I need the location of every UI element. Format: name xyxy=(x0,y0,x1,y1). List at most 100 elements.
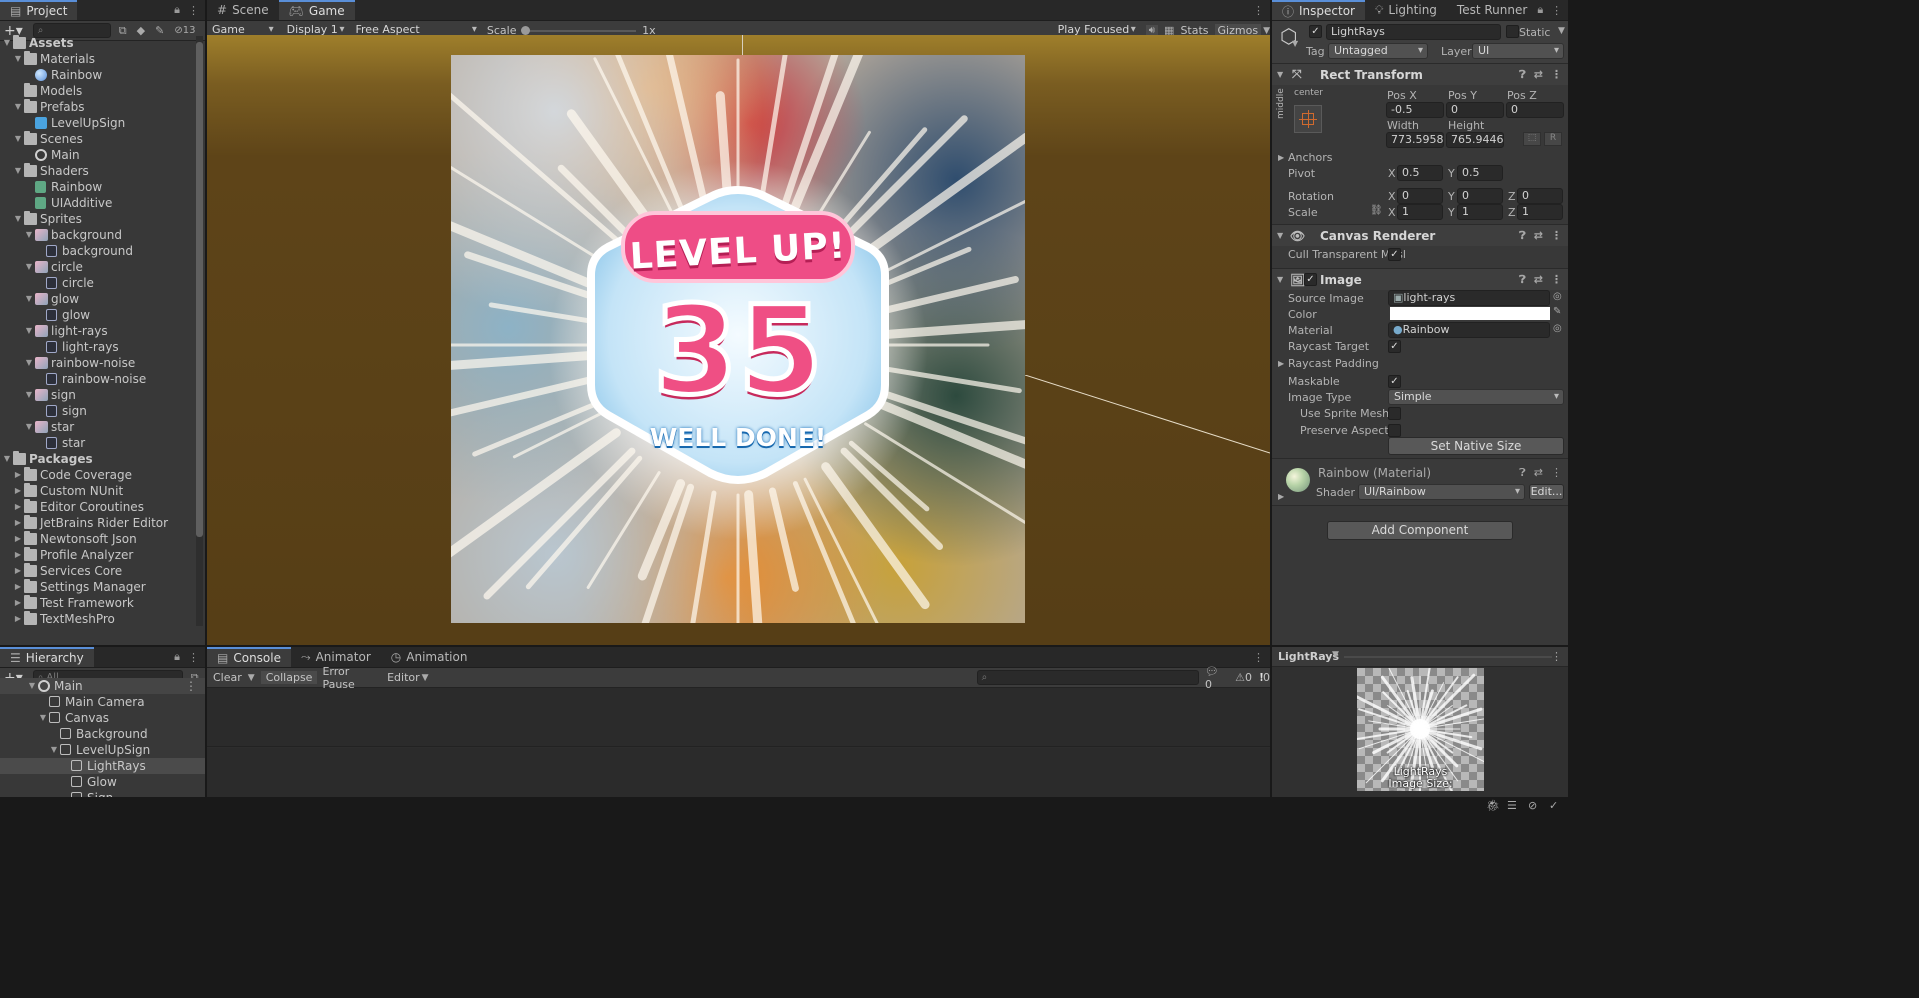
expand-arrow-icon[interactable]: ▼ xyxy=(13,131,23,147)
posx-field[interactable]: -0.5 xyxy=(1386,102,1444,118)
project-tree-item[interactable]: background xyxy=(0,243,205,259)
gizmos-dropdown-icon[interactable]: ▼ xyxy=(1263,26,1270,36)
bug-icon[interactable]: 🐞︎ xyxy=(1486,799,1500,812)
image-header[interactable]: ▼ 🖼︎ ✓ Image ❓︎ ⇄ ⋮ xyxy=(1272,268,1568,290)
raycast-padding-label[interactable]: Raycast Padding xyxy=(1288,357,1379,370)
cull-transparent-mesh-checkbox[interactable]: ✓ xyxy=(1388,248,1401,261)
presets-icon[interactable]: ⇄ xyxy=(1534,68,1543,82)
project-tree-item[interactable]: ▼ rainbow-noise xyxy=(0,355,205,371)
expand-arrow-icon[interactable]: ▼ xyxy=(13,211,23,227)
expand-arrow-icon[interactable]: ▼ xyxy=(27,678,37,694)
project-tree-item[interactable]: ▼ Sprites xyxy=(0,211,205,227)
collapse-arrow-icon[interactable]: ▶ xyxy=(13,483,23,499)
eyedropper-icon[interactable]: ✎ xyxy=(1553,306,1561,317)
source-image-field[interactable]: ▣light-rays xyxy=(1388,290,1550,306)
project-tree-item[interactable]: ▼ star xyxy=(0,419,205,435)
project-tree-item[interactable]: ▶ TextMeshPro xyxy=(0,611,205,627)
pivot-y-field[interactable]: 0.5 xyxy=(1457,165,1503,181)
presets-icon[interactable]: ⇄ xyxy=(1534,466,1543,480)
canvas-renderer-header[interactable]: ▼ 👁︎ Canvas Renderer ❓︎ ⇄ ⋮ xyxy=(1272,224,1568,246)
project-tree-item[interactable]: ▼ background xyxy=(0,227,205,243)
console-search-input[interactable]: ⌕ xyxy=(976,670,1200,685)
image-type-dropdown[interactable]: Simple xyxy=(1388,389,1564,405)
project-tree-item[interactable]: ▶ Profile Analyzer xyxy=(0,547,205,563)
width-field[interactable]: 773.5958 xyxy=(1386,132,1444,148)
project-tree-item[interactable]: ▼ Assets xyxy=(0,35,205,51)
hierarchy-item[interactable]: Glow xyxy=(0,774,205,790)
tab-test-runner[interactable]: Test Runner xyxy=(1447,0,1537,20)
editor-dropdown-icon[interactable]: ▼ xyxy=(422,673,429,683)
kebab-menu-icon[interactable]: ⋮ xyxy=(185,678,197,694)
check-icon[interactable]: ✓ xyxy=(1549,799,1558,812)
scale-slider-handle[interactable] xyxy=(520,25,530,35)
expand-arrow-icon[interactable]: ▼ xyxy=(38,710,48,726)
object-picker-icon[interactable]: ◎ xyxy=(1553,291,1562,302)
expand-arrow-icon[interactable]: ▼ xyxy=(24,419,34,435)
help-icon[interactable]: ❓︎ xyxy=(1519,68,1526,82)
hierarchy-item[interactable]: ▼ LevelUpSign xyxy=(0,742,205,758)
expand-arrow-icon[interactable]: ▼ xyxy=(13,163,23,179)
kebab-menu-icon[interactable]: ⋮ xyxy=(1253,4,1264,17)
collapse-arrow-icon[interactable]: ▶ xyxy=(13,547,23,563)
material-foldout-icon[interactable]: ▶ xyxy=(1278,492,1284,501)
project-tree-item[interactable]: glow xyxy=(0,307,205,323)
preview-drag-bar[interactable] xyxy=(1344,656,1552,658)
stack-icon[interactable]: ☰ xyxy=(1507,799,1517,812)
kebab-menu-icon[interactable]: ⋮ xyxy=(1551,650,1562,663)
tab-console[interactable]: ▤ Console xyxy=(207,647,291,667)
collapse-arrow-icon[interactable]: ▶ xyxy=(13,467,23,483)
hierarchy-item[interactable]: Main Camera xyxy=(0,694,205,710)
maskable-checkbox[interactable]: ✓ xyxy=(1388,375,1401,388)
kebab-menu-icon[interactable]: ⋮ xyxy=(188,651,199,664)
project-tree-item[interactable]: star xyxy=(0,435,205,451)
project-tree-item[interactable]: Rainbow xyxy=(0,67,205,83)
project-tree-item[interactable]: ▶ Custom NUnit xyxy=(0,483,205,499)
expand-arrow-icon[interactable]: ▼ xyxy=(24,323,34,339)
posz-field[interactable]: 0 xyxy=(1506,102,1564,118)
blueprint-mode-button[interactable]: ⬚ xyxy=(1523,132,1541,146)
preserve-aspect-checkbox[interactable] xyxy=(1388,424,1401,437)
expand-arrow-icon[interactable]: ▼ xyxy=(13,99,23,115)
console-log-area[interactable] xyxy=(207,688,1270,747)
image-enabled-checkbox[interactable]: ✓ xyxy=(1304,273,1317,286)
kebab-menu-icon[interactable]: ⋮ xyxy=(1551,229,1562,243)
project-tree-item[interactable]: ▼ Materials xyxy=(0,51,205,67)
project-tree-item[interactable]: Models xyxy=(0,83,205,99)
project-tree-item[interactable]: UIAdditive xyxy=(0,195,205,211)
presets-icon[interactable]: ⇄ xyxy=(1534,229,1543,243)
object-picker-icon[interactable]: ◎ xyxy=(1553,323,1562,334)
hierarchy-item[interactable]: ▼ Main ⋮ xyxy=(0,678,205,694)
add-component-button[interactable]: Add Component xyxy=(1327,521,1513,540)
tab-scene[interactable]: # Scene xyxy=(207,0,279,20)
warning-count-toggle[interactable]: ⚠0 xyxy=(1235,671,1252,684)
error-pause-button[interactable]: Error Pause xyxy=(317,665,384,691)
clear-button[interactable]: Clear xyxy=(207,671,248,684)
help-icon[interactable]: ❓︎ xyxy=(1519,273,1526,287)
scale-x-field[interactable]: 1 xyxy=(1397,204,1443,220)
hierarchy-item[interactable]: Background xyxy=(0,726,205,742)
project-tree-item[interactable]: Rainbow xyxy=(0,179,205,195)
gameobject-active-checkbox[interactable]: ✓ xyxy=(1309,25,1322,38)
network-icon[interactable]: ⊘ xyxy=(1528,799,1537,812)
project-tree-item[interactable]: ▶ Newtonsoft Json xyxy=(0,531,205,547)
expand-arrow-icon[interactable]: ▼ xyxy=(2,35,12,51)
kebab-menu-icon[interactable]: ⋮ xyxy=(1551,273,1562,287)
expand-arrow-icon[interactable]: ▼ xyxy=(13,51,23,67)
collapse-button[interactable]: Collapse xyxy=(260,671,318,684)
error-count-toggle[interactable]: ❗︎0 xyxy=(1260,671,1270,685)
project-scrollbar[interactable] xyxy=(196,36,203,626)
lock-icon[interactable]: 🔒︎ xyxy=(1537,3,1543,17)
project-tree-item[interactable]: ▼ Scenes xyxy=(0,131,205,147)
gameobject-name-field[interactable]: LightRays xyxy=(1326,24,1501,40)
project-tree-item[interactable]: ▼ circle xyxy=(0,259,205,275)
shader-edit-button[interactable]: Edit... xyxy=(1529,484,1564,500)
hierarchy-item[interactable]: ▼ Canvas xyxy=(0,710,205,726)
color-swatch[interactable] xyxy=(1390,307,1550,320)
preview-title[interactable]: LightRays xyxy=(1278,650,1339,663)
scale-y-field[interactable]: 1 xyxy=(1457,204,1503,220)
collapse-arrow-icon[interactable]: ▶ xyxy=(13,515,23,531)
tab-animation[interactable]: ◷ Animation xyxy=(381,647,478,667)
kebab-menu-icon[interactable]: ⋮ xyxy=(188,4,199,17)
kebab-menu-icon[interactable]: ⋮ xyxy=(1551,68,1562,82)
posy-field[interactable]: 0 xyxy=(1446,102,1504,118)
